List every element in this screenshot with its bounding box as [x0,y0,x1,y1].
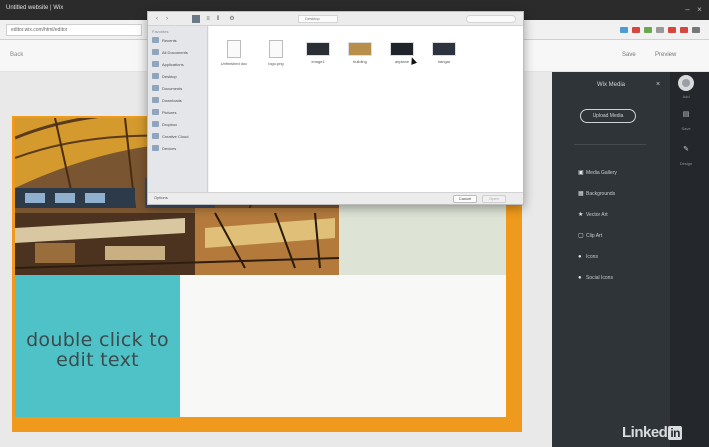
document-icon [269,40,283,58]
folder-icon [152,85,159,91]
back-icon[interactable]: ‹ [153,15,161,23]
add-icon[interactable] [678,75,694,91]
upload-button[interactable]: Upload Media [580,109,636,123]
save-icon[interactable]: ▤ [678,110,694,124]
sidebar-item-desktop[interactable]: Desktop [152,72,206,81]
extension-icon[interactable] [632,27,640,33]
menu-icon[interactable] [656,27,664,33]
gear-icon[interactable]: ⚙ [228,15,236,23]
extension-icon[interactable] [620,27,628,33]
preview-button[interactable]: Preview [655,52,676,58]
list-view-icon[interactable]: ≡ [204,15,212,23]
minimize-button[interactable]: – [683,5,692,14]
file-open-dialog: ‹ › ≡ ⫴ ⚙ Desktop Favorites Recents All … [147,11,524,205]
sidebar-item-downloads[interactable]: Downloads [152,96,206,105]
file-item[interactable]: hangar [425,40,463,80]
panel-title: Wix Media [596,82,625,88]
frame-icon: ▢ [578,233,584,239]
pictures-icon [152,109,159,115]
text-box[interactable]: double click to edit text [15,275,180,417]
cloud-icon [152,133,159,139]
documents-icon [152,49,159,55]
file-item[interactable]: Unfinished doc [215,40,253,80]
brush-icon[interactable]: ✎ [678,145,694,159]
close-icon[interactable]: × [656,81,660,88]
rail-label: Save [681,126,691,131]
pin-icon: ● [578,254,582,260]
divider [574,144,646,145]
panel-item[interactable]: ▢ Clip Art [578,231,664,241]
panel-item[interactable]: ● Social Icons [578,273,664,283]
bullet-icon: ● [578,275,582,281]
sidebar-item-pictures[interactable]: Pictures [152,108,206,117]
search-input[interactable] [466,15,516,23]
panel-item[interactable]: ▣ Media Gallery [578,168,664,178]
file-item[interactable]: building [341,40,379,80]
sidebar-item-all-documents[interactable]: All Documents [152,48,206,57]
forward-icon[interactable]: › [163,15,171,23]
back-link[interactable]: Back [10,52,23,58]
window-title: Untitled website | Wix [6,5,64,11]
sidebar-item-applications[interactable]: Applications [152,60,206,69]
extension-icon[interactable] [668,27,676,33]
content-area[interactable] [180,275,506,417]
save-button[interactable]: Save [622,52,636,58]
extension-icon[interactable] [680,27,688,33]
rail-label: Add [682,94,690,99]
column-view-icon[interactable]: ⫴ [214,15,222,23]
sidebar-item-dropbox[interactable]: Dropbox [152,120,206,129]
open-button[interactable]: Open [482,195,506,203]
image-thumbnail [306,42,330,56]
download-icon [152,97,159,103]
image-thumbnail [348,42,372,56]
address-bar[interactable]: editor.wix.com/html/editor [6,24,142,36]
media-panel: Wix Media × Upload Media ▣ Media Gallery … [552,72,670,447]
settings-icon[interactable] [692,27,700,33]
extension-icon[interactable] [644,27,652,33]
image-thumbnail [432,42,456,56]
sidebar-item-creative-cloud[interactable]: Creative Cloud [152,132,206,141]
favorites-header: Favorites [152,29,169,34]
desktop-icon [152,73,159,79]
location-dropdown[interactable]: Desktop [298,15,338,23]
star-icon: ★ [578,212,584,218]
panel-item[interactable]: ● Icons [578,252,664,262]
panel-item[interactable]: ★ Vector Art [578,210,664,220]
file-item[interactable]: logo.png [257,40,295,80]
grid-icon: ▦ [578,191,584,197]
panel-item[interactable]: ▦ Backgrounds [578,189,664,199]
dialog-toolbar: ‹ › ≡ ⫴ ⚙ Desktop [148,12,523,26]
file-browser: Unfinished doc logo.png image1 building … [209,26,523,192]
image-icon: ▣ [578,170,584,176]
sidebar-item-devices[interactable]: Devices [152,144,206,153]
close-window-button[interactable]: × [695,5,704,14]
image-thumbnail [390,42,414,56]
sidebar-item-recents[interactable]: Recents [152,36,206,45]
dialog-sidebar: Favorites Recents All Documents Applicat… [148,26,208,192]
placeholder-text[interactable]: double click to edit text [15,330,180,370]
sidebar-item-documents[interactable]: Documents [152,84,206,93]
linkedin-logo: Linked in [622,424,683,441]
applications-icon [152,61,159,67]
rail-label: Design [679,161,693,166]
dropbox-icon [152,121,159,127]
options-button[interactable]: Options [154,195,168,200]
clock-icon [152,37,159,43]
document-icon [227,40,241,58]
device-icon [152,145,159,151]
cancel-button[interactable]: Cancel [453,195,477,203]
dialog-footer: Options Cancel Open [148,192,523,204]
icon-view-icon[interactable] [192,15,200,23]
file-item[interactable]: image1 [299,40,337,80]
